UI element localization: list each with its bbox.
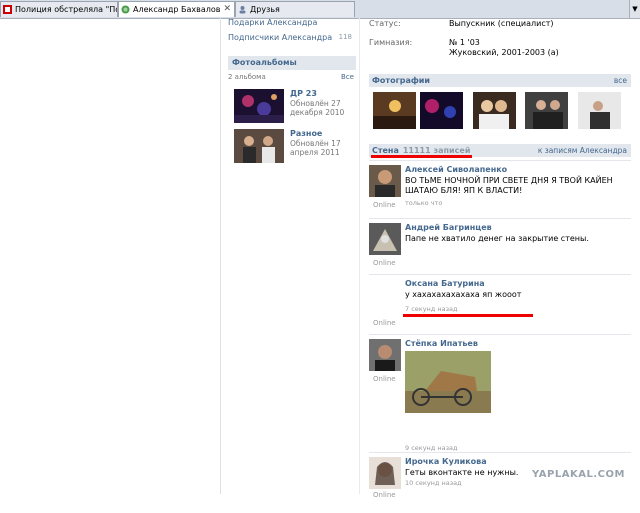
- album-cover: [234, 89, 284, 123]
- post-author[interactable]: Андрей Багринцев: [405, 223, 492, 232]
- wall-post: Online Ирочка Куликова Геты вконтакте не…: [369, 452, 631, 513]
- albums-count: 2 альбома: [228, 73, 266, 81]
- column-divider: [220, 18, 221, 494]
- album-cover: [234, 129, 284, 163]
- avatar[interactable]: [369, 339, 401, 371]
- online-status: Online: [373, 201, 396, 209]
- albums-header[interactable]: Фотоальбомы: [228, 56, 356, 70]
- tab-label: Друзья: [250, 5, 280, 14]
- album-title[interactable]: ДР 23: [290, 89, 317, 98]
- albums-all-link[interactable]: Все: [341, 73, 354, 81]
- online-status: Online: [373, 259, 396, 267]
- post-photo[interactable]: [405, 351, 491, 413]
- photos-title[interactable]: Фотографии: [372, 76, 430, 85]
- photo-thumbnail[interactable]: [578, 92, 621, 129]
- post-time[interactable]: 10 секунд назад: [405, 479, 462, 487]
- album-updated: Обновлён 27 декабря 2010: [290, 99, 345, 117]
- tab-yaplakal[interactable]: Полиция обстреляла "Порш...: [0, 1, 118, 17]
- post-text: Папе не хватило денег на закрытие стены.: [405, 234, 589, 243]
- post-time[interactable]: 9 секунд назад: [405, 444, 458, 452]
- wall-post: Online Алексей Сиволапенко ВО ТЬМЕ НОЧНО…: [369, 160, 631, 219]
- wall-posts-link[interactable]: к записям Александра: [538, 144, 627, 157]
- post-author[interactable]: Стёпка Ипатьев: [405, 339, 478, 348]
- school-value[interactable]: № 1 '03: [449, 38, 480, 47]
- post-author[interactable]: Алексей Сиволапенко: [405, 165, 507, 174]
- photo-thumbnail[interactable]: [525, 92, 568, 129]
- gifts-link[interactable]: Подарки Александра: [228, 18, 317, 27]
- post-text: у хахахахахахаха яп жооот: [405, 290, 522, 299]
- wall-post: Online Стёпка Ипатьев 9 секунд назад: [369, 334, 631, 453]
- post-time[interactable]: только что: [405, 199, 442, 207]
- browser-tab-bar: Полиция обстреляла "Порш... Александр Ба…: [0, 0, 640, 19]
- post-text: ВО ТЬМЕ НОЧНОЙ ПРИ СВЕТЕ ДНЯ Я ТВОЙ КАЙЕ…: [405, 176, 613, 195]
- yaplakal-icon: [3, 5, 12, 14]
- album-updated: Обновлён 17 апреля 2011: [290, 139, 341, 157]
- red-underline: [371, 155, 472, 158]
- albums-subheader: 2 альбома Все: [228, 73, 356, 81]
- tab-friends[interactable]: Друзья: [235, 1, 355, 17]
- post-author[interactable]: Оксана Батурина: [405, 279, 485, 288]
- watermark: YAPLAKAL.COM: [532, 469, 625, 480]
- info-label: Гимназия:: [369, 38, 413, 47]
- avatar[interactable]: [369, 457, 401, 489]
- photo-thumbnail[interactable]: [373, 92, 416, 129]
- tab-label: Александр Бахвалов: [133, 5, 221, 14]
- subscribers-link[interactable]: Подписчики Александра 118: [228, 33, 356, 42]
- post-time[interactable]: 7 секунд назад: [405, 305, 458, 313]
- school-city-value[interactable]: Жуковский, 2001-2003 (а): [449, 48, 559, 57]
- column-divider: [359, 18, 360, 494]
- wall-title[interactable]: Стена: [372, 146, 399, 155]
- tab-scroll-button[interactable]: ▼: [629, 0, 640, 18]
- album-item[interactable]: Разное Обновлён 17 апреля 2011: [234, 129, 358, 165]
- online-status: Online: [373, 375, 396, 383]
- tab-label: Полиция обстреляла "Порш...: [15, 5, 117, 14]
- wall-post: Online Оксана Батурина у хахахахахахаха …: [369, 274, 631, 335]
- online-status: Online: [373, 491, 396, 499]
- info-label: Статус:: [369, 19, 401, 28]
- close-icon[interactable]: ✕: [223, 2, 231, 17]
- album-item[interactable]: ДР 23 Обновлён 27 декабря 2010: [234, 89, 358, 125]
- subscribers-count: 118: [338, 33, 352, 41]
- wall-post: Online Андрей Багринцев Папе не хватило …: [369, 218, 631, 275]
- photos-header: Фотографии все: [369, 74, 631, 87]
- red-underline: [403, 314, 533, 317]
- globe-icon: [121, 5, 130, 14]
- photos-all-link[interactable]: все: [614, 74, 627, 87]
- online-status: Online: [373, 319, 396, 327]
- photo-thumbnail[interactable]: [473, 92, 516, 129]
- post-author[interactable]: Ирочка Куликова: [405, 457, 487, 466]
- tab-profile[interactable]: Александр Бахвалов ✕: [118, 1, 235, 17]
- status-value[interactable]: Выпускник (специалист): [449, 19, 554, 28]
- user-icon: [239, 6, 246, 14]
- album-title[interactable]: Разное: [290, 129, 322, 138]
- photo-thumbnail[interactable]: [420, 92, 463, 129]
- avatar[interactable]: [369, 165, 401, 197]
- avatar[interactable]: [369, 223, 401, 255]
- wall-count: 11111 записей: [402, 146, 471, 155]
